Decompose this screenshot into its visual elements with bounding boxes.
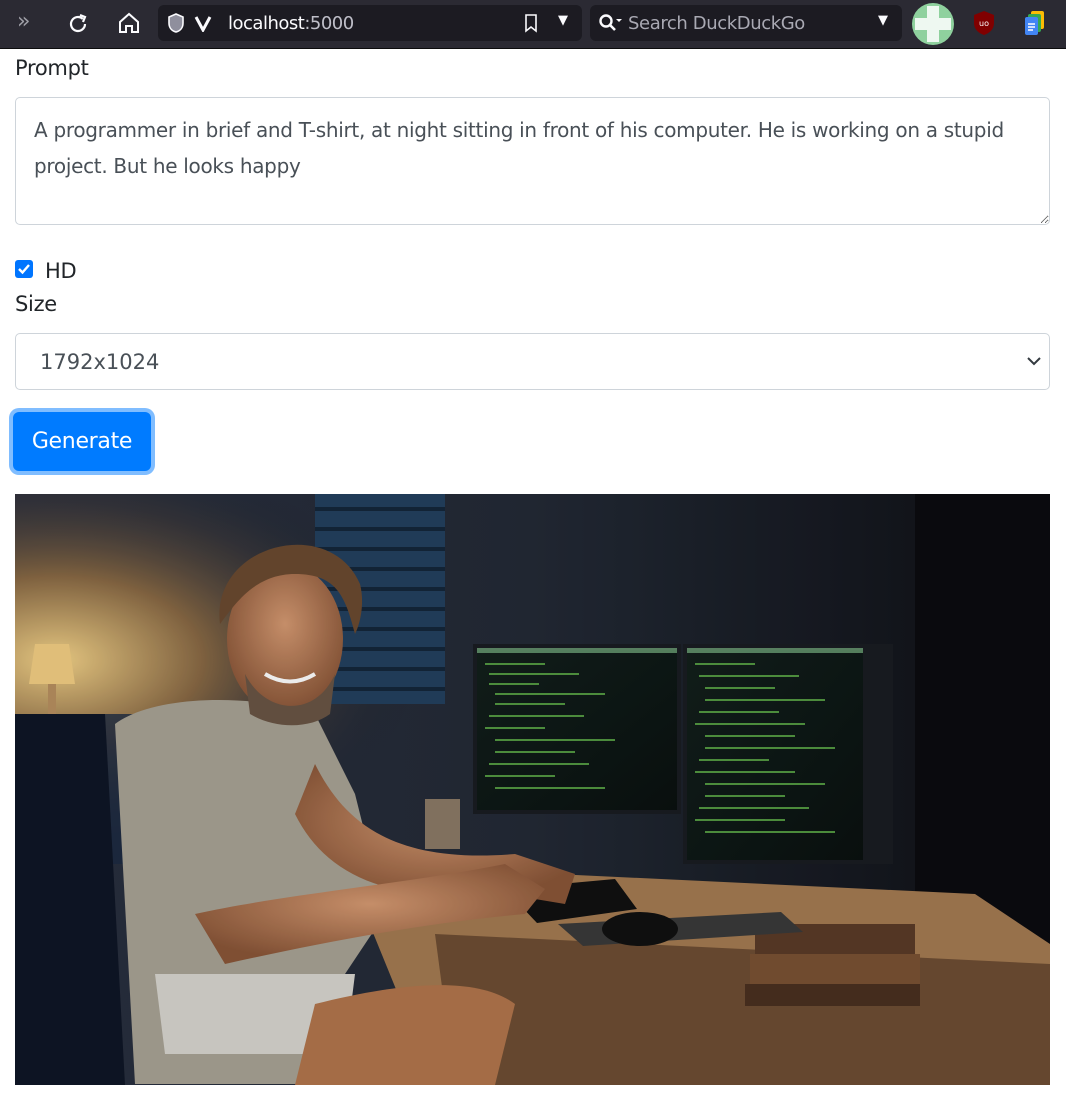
home-icon[interactable] (117, 11, 141, 35)
prompt-textarea[interactable] (15, 97, 1050, 225)
url-host: localhost (228, 12, 305, 34)
browser-toolbar: » localhost:5000 ▼ Search DuckDuckGo ▼ u… (0, 0, 1066, 49)
reload-icon[interactable] (66, 12, 90, 36)
url-bar[interactable]: localhost:5000 ▼ (158, 5, 582, 41)
svg-text:uo: uo (979, 19, 989, 28)
ublock-origin-icon[interactable]: uo (973, 10, 995, 36)
google-docs-extension-icon[interactable] (1023, 10, 1047, 36)
dropdown-icon[interactable]: ▼ (558, 13, 568, 28)
size-label: Size (15, 292, 57, 316)
checkmark-icon (18, 264, 30, 275)
vivaldi-v-icon (194, 16, 212, 32)
dropdown-icon[interactable]: ▼ (878, 13, 888, 28)
chevron-down-icon (1027, 357, 1041, 366)
overflow-chevrons-icon[interactable]: » (17, 9, 30, 34)
shield-icon[interactable] (166, 12, 186, 34)
search-icon (599, 14, 622, 31)
url-port: :5000 (304, 12, 354, 34)
search-placeholder: Search DuckDuckGo (628, 12, 805, 34)
search-bar[interactable]: Search DuckDuckGo ▼ (590, 5, 902, 41)
profile-avatar-icon[interactable] (911, 2, 955, 46)
hd-label: HD (45, 259, 77, 283)
bookmark-icon[interactable] (524, 13, 538, 33)
hd-checkbox[interactable] (15, 260, 33, 278)
prompt-label: Prompt (15, 56, 89, 80)
hd-checkbox-row[interactable]: HD (15, 255, 77, 283)
generated-image (15, 494, 1050, 1085)
size-select-value: 1792x1024 (40, 349, 160, 374)
size-select[interactable]: 1792x1024 (15, 333, 1050, 390)
url-text[interactable]: localhost:5000 (228, 13, 354, 34)
generate-button[interactable]: Generate (13, 412, 151, 471)
